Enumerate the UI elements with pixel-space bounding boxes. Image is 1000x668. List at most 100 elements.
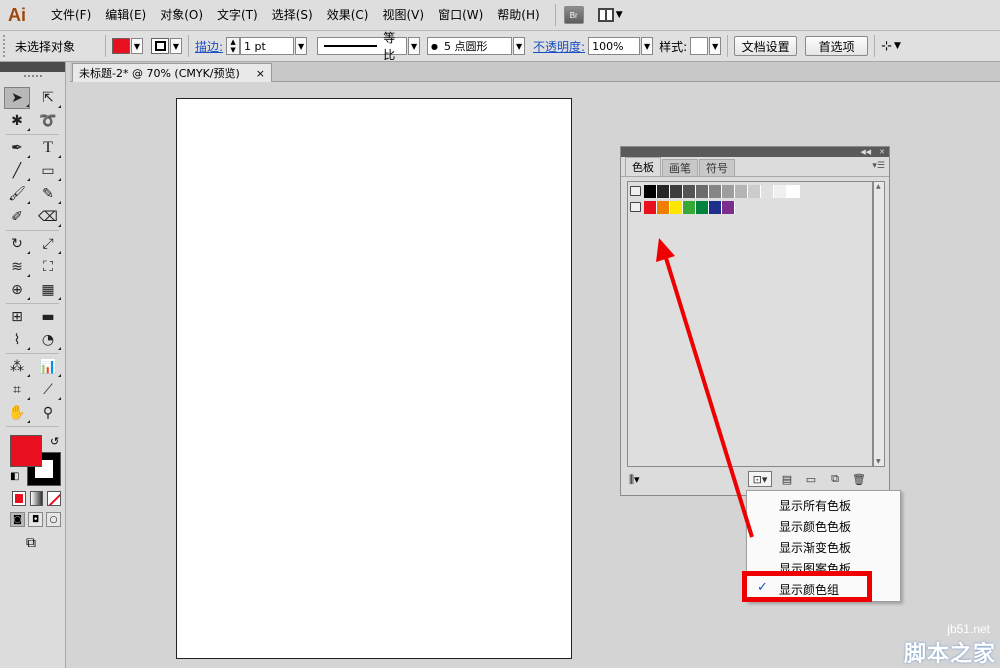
menu-item-show-all-swatches[interactable]: 显示所有色板 bbox=[779, 497, 851, 514]
variable-width-profile[interactable]: 等比 bbox=[317, 31, 408, 62]
chevron-down-icon[interactable]: ▼ bbox=[641, 37, 654, 55]
color-swatch[interactable] bbox=[683, 200, 696, 214]
panel-menu-icon[interactable]: ▾☰ bbox=[872, 161, 885, 171]
tools-panel-header[interactable] bbox=[0, 62, 65, 72]
fill-color-control[interactable]: ▼ bbox=[112, 38, 143, 54]
stroke-swatch[interactable] bbox=[151, 38, 169, 54]
direct-selection-tool-icon[interactable]: ⇱ bbox=[35, 87, 61, 109]
fill-swatch[interactable] bbox=[112, 38, 130, 54]
gray-swatch[interactable] bbox=[748, 184, 761, 198]
menu-effect[interactable]: 效果(C) bbox=[320, 0, 376, 31]
gray-swatch[interactable] bbox=[774, 184, 787, 198]
perspective-grid-tool-icon[interactable]: ▦ bbox=[35, 279, 61, 301]
menu-window[interactable]: 窗口(W) bbox=[431, 0, 490, 31]
chevron-down-icon[interactable]: ▼ bbox=[170, 38, 182, 54]
artboard-tool-icon[interactable]: ⌗ bbox=[4, 379, 30, 401]
gradient-mode-icon[interactable] bbox=[29, 491, 44, 506]
document-tab[interactable]: 未标题-2* @ 70% (CMYK/预览) × bbox=[72, 63, 272, 82]
new-swatch-icon[interactable]: ⧉ bbox=[826, 471, 844, 487]
menu-object[interactable]: 对象(O) bbox=[153, 0, 210, 31]
brush-definition-field[interactable]: ● 5 点圆形 bbox=[427, 37, 513, 55]
warp-tool-icon[interactable]: ≋ bbox=[4, 256, 30, 278]
scale-tool-icon[interactable]: ⤢ bbox=[35, 233, 61, 255]
menu-select[interactable]: 选择(S) bbox=[265, 0, 320, 31]
gray-swatch[interactable] bbox=[670, 184, 683, 198]
swatch-options-icon[interactable]: ▤ bbox=[778, 471, 796, 487]
blob-brush-tool-icon[interactable]: ✐ bbox=[4, 206, 30, 228]
hand-tool-icon[interactable]: ✋ bbox=[4, 402, 30, 424]
tab-swatches[interactable]: 色板 bbox=[625, 157, 661, 176]
stroke-weight-stepper[interactable]: ▲ ▼ bbox=[226, 37, 241, 55]
default-fill-stroke-icon[interactable]: ◧ bbox=[10, 471, 19, 482]
column-graph-tool-icon[interactable]: 📊 bbox=[35, 356, 61, 378]
collapse-panel-icon[interactable]: ◀◀ bbox=[860, 148, 871, 156]
gray-swatch[interactable] bbox=[735, 184, 748, 198]
tools-panel-grip[interactable] bbox=[23, 75, 42, 83]
color-swatch[interactable] bbox=[722, 200, 735, 214]
swatch-libraries-icon[interactable]: ⫼▾ bbox=[629, 473, 640, 487]
chevron-down-icon[interactable]: ▼ bbox=[131, 38, 143, 54]
blend-tool-icon[interactable]: ◔ bbox=[35, 329, 61, 351]
color-swatch[interactable] bbox=[644, 200, 657, 214]
close-icon[interactable]: × bbox=[256, 67, 265, 80]
gray-swatch[interactable] bbox=[761, 184, 774, 198]
paintbrush-tool-icon[interactable]: 🖌 bbox=[4, 183, 30, 205]
chevron-down-icon[interactable]: ▼ bbox=[709, 37, 722, 55]
stroke-link[interactable]: 描边: bbox=[195, 38, 223, 55]
lasso-tool-icon[interactable]: ➰ bbox=[35, 110, 61, 132]
gray-swatch[interactable] bbox=[787, 184, 800, 198]
gray-swatch[interactable] bbox=[709, 184, 722, 198]
draw-inside-icon[interactable]: ○ bbox=[46, 512, 61, 527]
line-tool-icon[interactable]: ╱ bbox=[4, 160, 30, 182]
delete-swatch-icon[interactable]: 🗑 bbox=[850, 471, 868, 487]
menu-item-show-color-swatches[interactable]: 显示颜色色板 bbox=[779, 518, 851, 535]
tab-brushes[interactable]: 画笔 bbox=[662, 159, 698, 176]
swatch-scrollbar[interactable] bbox=[873, 181, 885, 467]
fill-color-swatch[interactable] bbox=[10, 435, 42, 467]
control-bar-grip[interactable] bbox=[3, 35, 9, 57]
align-options-icon[interactable]: ⊹ bbox=[881, 39, 892, 54]
graphic-style-swatch[interactable] bbox=[690, 37, 709, 55]
rectangle-tool-icon[interactable]: ▭ bbox=[35, 160, 61, 182]
gray-swatch[interactable] bbox=[683, 184, 696, 198]
opacity-field[interactable]: 100% bbox=[588, 37, 641, 55]
menu-edit[interactable]: 编辑(E) bbox=[98, 0, 153, 31]
pen-tool-icon[interactable]: ✒ bbox=[4, 137, 30, 159]
arrange-documents-button[interactable]: ▼ bbox=[597, 8, 623, 22]
none-mode-icon[interactable] bbox=[47, 491, 62, 506]
gray-swatch[interactable] bbox=[696, 184, 709, 198]
zoom-tool-icon[interactable]: ⚲ bbox=[35, 402, 61, 424]
bridge-button[interactable]: Br bbox=[563, 6, 584, 24]
selection-tool-icon[interactable]: ➤ bbox=[4, 87, 30, 109]
gray-swatch[interactable] bbox=[722, 184, 735, 198]
free-transform-tool-icon[interactable]: ⛶ bbox=[35, 256, 61, 278]
gray-swatch[interactable] bbox=[644, 184, 657, 198]
color-swatch[interactable] bbox=[709, 200, 722, 214]
panel-header[interactable]: ◀◀ ✕ bbox=[621, 147, 889, 157]
eyedropper-tool-icon[interactable]: ⌇ bbox=[4, 329, 30, 351]
artboard[interactable] bbox=[176, 98, 572, 659]
opacity-link[interactable]: 不透明度: bbox=[533, 38, 585, 55]
menu-item-show-gradient-swatches[interactable]: 显示渐变色板 bbox=[779, 539, 851, 556]
rotate-tool-icon[interactable]: ↻ bbox=[4, 233, 30, 255]
show-swatch-kinds-icon[interactable]: ⊡▾ bbox=[748, 471, 772, 487]
new-color-group-icon[interactable]: ▭ bbox=[802, 471, 820, 487]
close-panel-icon[interactable]: ✕ bbox=[879, 148, 885, 156]
slice-tool-icon[interactable]: ⟋ bbox=[35, 379, 61, 401]
folder-icon[interactable] bbox=[630, 202, 641, 212]
preferences-button[interactable]: 首选项 bbox=[805, 36, 869, 56]
color-swatch[interactable] bbox=[670, 200, 683, 214]
color-swatch[interactable] bbox=[657, 200, 670, 214]
tab-symbols[interactable]: 符号 bbox=[699, 159, 735, 176]
chevron-down-icon[interactable]: ▼ bbox=[295, 37, 308, 55]
menu-type[interactable]: 文字(T) bbox=[210, 0, 265, 31]
type-tool-icon[interactable]: T bbox=[35, 137, 61, 159]
chevron-down-icon[interactable]: ▼ bbox=[408, 37, 421, 55]
mesh-tool-icon[interactable]: ⊞ bbox=[4, 306, 30, 328]
chevron-down-icon[interactable]: ▼ bbox=[513, 37, 526, 55]
magic-wand-tool-icon[interactable]: ✱ bbox=[4, 110, 30, 132]
color-mode-icon[interactable] bbox=[12, 491, 26, 506]
shape-builder-tool-icon[interactable]: ⊕ bbox=[4, 279, 30, 301]
chevron-down-icon[interactable]: ▼ bbox=[894, 41, 901, 51]
folder-icon[interactable] bbox=[630, 186, 641, 196]
